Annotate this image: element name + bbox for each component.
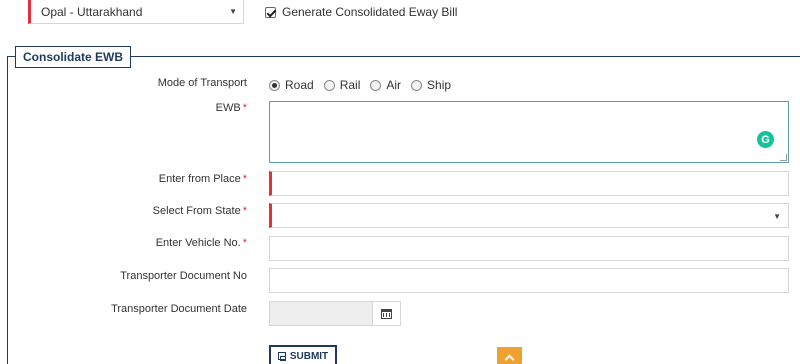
radio-road-label: Road bbox=[285, 78, 314, 92]
required-mark: * bbox=[242, 173, 247, 185]
from-state-select[interactable]: ▼ bbox=[269, 203, 789, 228]
radio-ship-label: Ship bbox=[427, 78, 452, 92]
transporter-doc-date-input[interactable] bbox=[269, 301, 373, 326]
from-place-label: Enter from Place * bbox=[158, 173, 247, 185]
vehicle-no-input[interactable] bbox=[269, 236, 789, 261]
location-select-value: Opal - Uttarakhand bbox=[41, 4, 143, 19]
submit-button[interactable]: SUBMIT bbox=[269, 345, 337, 364]
ewb-textarea[interactable]: G bbox=[269, 101, 789, 163]
vehicle-no-label: Enter Vehicle No. * bbox=[155, 237, 247, 249]
radio-rail-label: Rail bbox=[339, 78, 361, 92]
resize-handle-icon[interactable] bbox=[780, 154, 787, 161]
radio-air-icon[interactable] bbox=[370, 79, 382, 91]
section-title: Consolidate EWB bbox=[15, 46, 132, 68]
mode-of-transport-radio-group: Road Rail Air Ship bbox=[269, 78, 451, 92]
location-select[interactable]: Opal - Uttarakhand ▼ bbox=[28, 0, 244, 24]
grammarly-icon[interactable]: G bbox=[757, 131, 774, 148]
save-icon bbox=[277, 352, 286, 361]
chevron-down-icon: ▼ bbox=[773, 212, 781, 221]
calendar-icon bbox=[381, 308, 392, 319]
radio-rail[interactable]: Rail bbox=[323, 78, 361, 92]
from-state-label: Select From State * bbox=[152, 205, 247, 217]
radio-road-icon[interactable] bbox=[269, 79, 280, 91]
calendar-button[interactable] bbox=[372, 301, 401, 326]
scroll-to-top-button[interactable] bbox=[497, 347, 522, 364]
required-mark: * bbox=[242, 205, 247, 217]
from-place-input[interactable] bbox=[269, 171, 789, 196]
required-mark: * bbox=[242, 237, 247, 249]
chevron-down-icon: ▼ bbox=[229, 7, 237, 16]
radio-road[interactable]: Road bbox=[269, 78, 314, 92]
submit-label: SUBMIT bbox=[289, 350, 329, 362]
transporter-doc-no-input[interactable] bbox=[269, 268, 789, 293]
mode-of-transport-label: Mode of Transport bbox=[157, 77, 247, 89]
radio-rail-icon[interactable] bbox=[323, 79, 335, 91]
radio-air-label: Air bbox=[386, 78, 402, 92]
radio-ship-icon[interactable] bbox=[411, 79, 423, 91]
required-mark: * bbox=[242, 102, 247, 114]
radio-air[interactable]: Air bbox=[370, 78, 401, 92]
consolidated-eway-bill-checkbox[interactable]: Generate Consolidated Eway Bill bbox=[265, 5, 457, 19]
ewb-label: EWB * bbox=[215, 102, 247, 114]
transporter-doc-date-label: Transporter Document Date bbox=[111, 303, 247, 315]
radio-ship[interactable]: Ship bbox=[411, 78, 451, 92]
checkbox-checked-icon[interactable] bbox=[265, 6, 276, 18]
transporter-doc-no-label: Transporter Document No bbox=[120, 270, 247, 282]
consolidated-eway-bill-label: Generate Consolidated Eway Bill bbox=[282, 5, 458, 19]
chevron-up-icon bbox=[504, 354, 515, 364]
